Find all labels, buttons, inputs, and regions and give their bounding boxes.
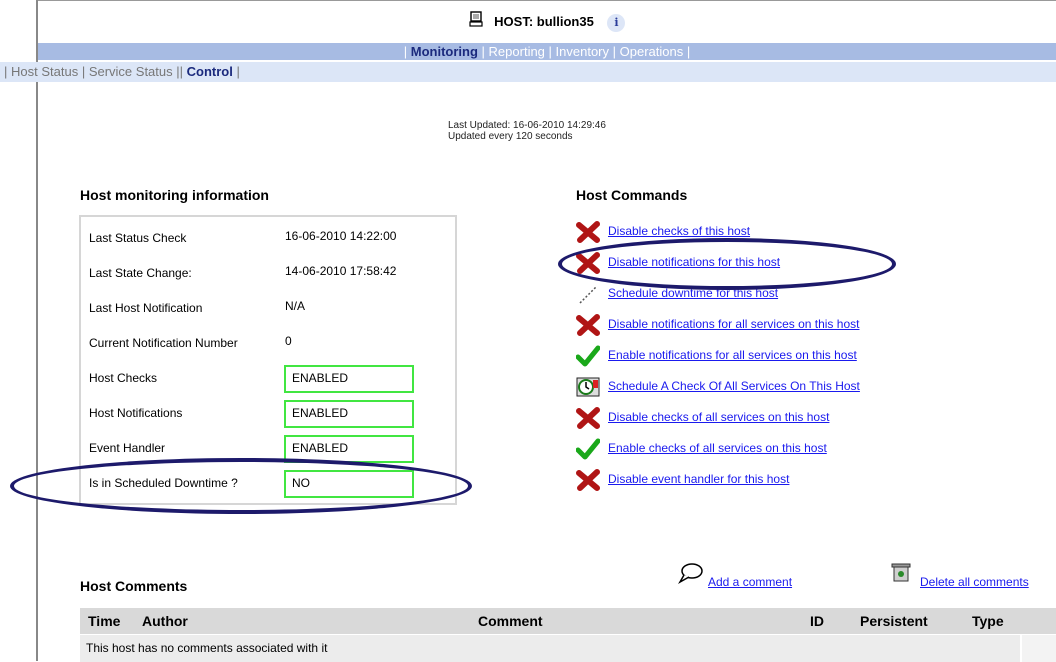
highlight-oval-notifications <box>558 238 896 290</box>
highlight-oval-downtime <box>10 458 472 514</box>
monitoring-title: Host monitoring information <box>80 187 269 203</box>
info-value: 16-06-2010 14:22:00 <box>285 229 397 243</box>
add-comment-link[interactable]: Add a comment <box>708 575 792 589</box>
commands-title: Host Commands <box>576 187 688 203</box>
page-title: HOST: bullion35 <box>494 14 594 29</box>
info-row-host-notifications: Host Notifications ENABLED <box>89 398 451 428</box>
subnav-control[interactable]: Control <box>187 64 233 79</box>
speech-bubble-icon <box>678 562 704 589</box>
column-header-comment: Comment <box>478 613 543 629</box>
status-badge: ENABLED <box>284 365 414 393</box>
info-value: N/A <box>285 299 306 313</box>
info-label: Last Status Check <box>89 231 187 245</box>
comments-table: Time Author Comment ID Persistent Type T… <box>80 608 1056 662</box>
comments-table-header: Time Author Comment ID Persistent Type <box>80 608 1056 634</box>
nav-operations[interactable]: Operations <box>620 44 684 59</box>
column-header-author: Author <box>142 613 188 629</box>
red-x-icon <box>576 314 600 336</box>
column-header-time: Time <box>88 613 121 629</box>
info-label: Last State Change: <box>89 266 192 280</box>
comments-empty-row: This host has no comments associated wit… <box>80 635 1020 662</box>
command-link[interactable]: Schedule A Check Of All Services On This… <box>608 379 860 393</box>
info-row-last-host-notification: Last Host Notification N/A <box>89 293 451 323</box>
host-title-bar: HOST: bullion35 i <box>38 9 1056 35</box>
command-link[interactable]: Disable checks of this host <box>608 224 750 238</box>
clock-icon <box>576 376 600 398</box>
update-info: Last Updated: 16-06-2010 14:29:46 Update… <box>448 120 606 142</box>
info-label: Last Host Notification <box>89 301 203 315</box>
info-row-host-checks: Host Checks ENABLED <box>89 363 451 393</box>
red-x-icon <box>576 407 600 429</box>
update-interval-text: Updated every 120 seconds <box>448 131 573 142</box>
info-value: 0 <box>285 334 292 348</box>
comments-title: Host Comments <box>80 578 188 594</box>
command-link[interactable]: Disable notifications for all services o… <box>608 317 859 331</box>
sub-nav: | Host Status | Service Status || Contro… <box>0 62 1056 82</box>
info-label: Current Notification Number <box>89 336 238 350</box>
computer-icon <box>468 10 483 36</box>
column-header-persistent: Persistent <box>860 613 928 629</box>
info-icon[interactable]: i <box>607 13 626 32</box>
info-row-notification-number: Current Notification Number 0 <box>89 328 451 358</box>
info-label: Event Handler <box>89 441 166 455</box>
column-header-type: Type <box>972 613 1004 629</box>
subnav-host-status[interactable]: Host Status <box>11 64 78 79</box>
downtime-icon <box>576 283 600 305</box>
nav-inventory[interactable]: Inventory <box>556 44 609 59</box>
info-label: Host Notifications <box>89 406 183 420</box>
column-header-id: ID <box>810 613 824 629</box>
command-link[interactable]: Disable checks of all services on this h… <box>608 410 829 424</box>
status-badge: ENABLED <box>284 400 414 428</box>
nav-reporting[interactable]: Reporting <box>489 44 545 59</box>
host-page-frame: HOST: bullion35 i | Monitoring | Reporti… <box>0 0 1056 662</box>
info-label: Host Checks <box>89 371 158 385</box>
comments-row-filler <box>1022 635 1056 662</box>
trash-icon <box>890 561 912 588</box>
info-value: 14-06-2010 17:58:42 <box>285 264 397 278</box>
last-updated-text: Last Updated: 16-06-2010 14:29:46 <box>448 120 606 131</box>
delete-all-comments-link[interactable]: Delete all comments <box>920 575 1029 589</box>
info-row-last-state-change: Last State Change: 14-06-2010 17:58:42 <box>89 258 451 288</box>
red-x-icon <box>576 221 600 243</box>
subnav-service-status[interactable]: Service Status <box>89 64 173 79</box>
command-link[interactable]: Enable notifications for all services on… <box>608 348 857 362</box>
nav-monitoring[interactable]: Monitoring <box>411 44 478 59</box>
info-row-last-status-check: Last Status Check 16-06-2010 14:22:00 <box>89 223 451 253</box>
red-x-icon <box>576 469 600 491</box>
command-link[interactable]: Disable event handler for this host <box>608 472 789 486</box>
green-check-icon <box>575 438 601 460</box>
command-link[interactable]: Enable checks of all services on this ho… <box>608 441 827 455</box>
green-check-icon <box>575 345 601 367</box>
main-nav: | Monitoring | Reporting | Inventory | O… <box>38 43 1056 60</box>
